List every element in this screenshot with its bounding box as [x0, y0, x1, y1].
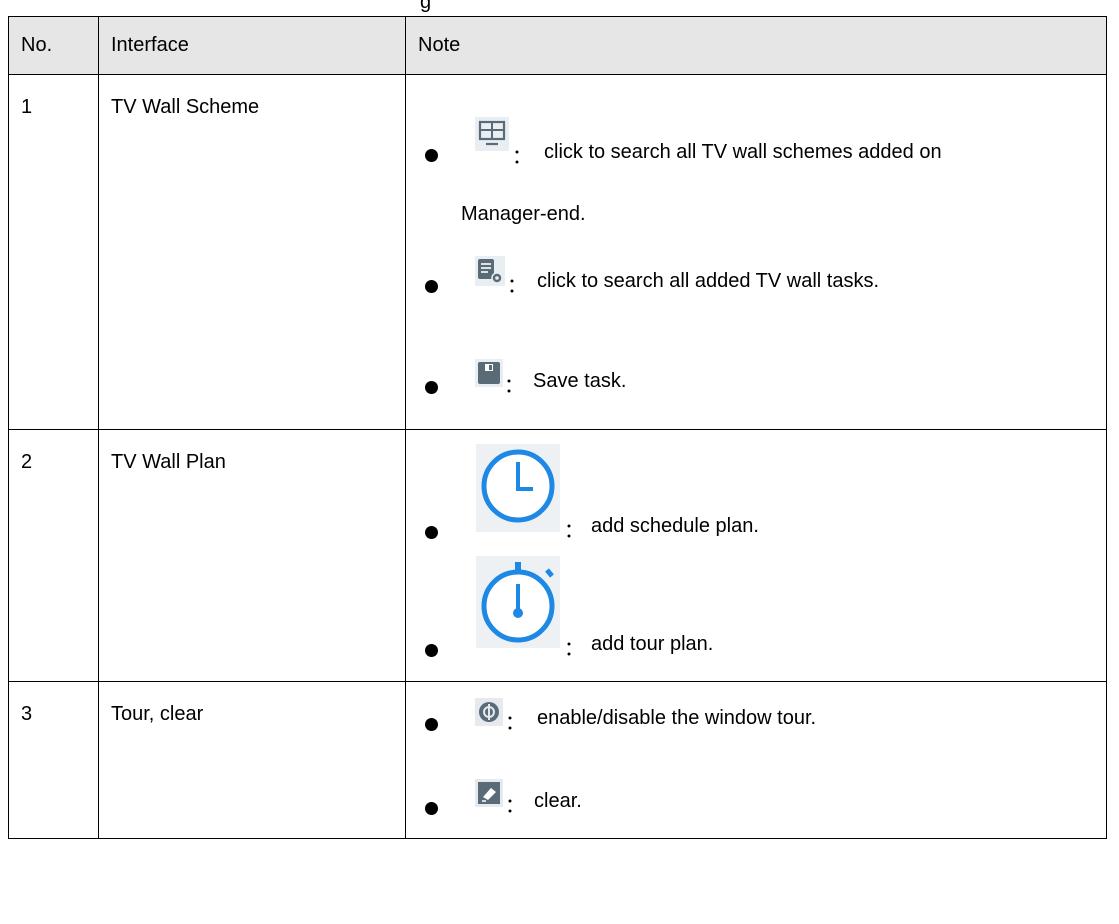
- task-settings-icon[interactable]: [475, 256, 505, 286]
- note-text: add schedule plan.: [591, 515, 759, 537]
- row-number: 1: [8, 74, 99, 430]
- window-tour-icon[interactable]: [475, 698, 503, 726]
- row-interface: TV Wall Plan: [98, 429, 406, 682]
- caption-fragment: g: [420, 0, 432, 13]
- sep: ：: [564, 638, 584, 660]
- table-row: 3 Tour, clear ： enable/disable the windo…: [8, 681, 1107, 839]
- table-header-row: No. Interface Note: [8, 16, 1107, 75]
- bullet: [425, 644, 438, 657]
- table-row: 2 TV Wall Plan ： add schedule plan. ： ad…: [8, 429, 1107, 682]
- bullet: [425, 280, 438, 293]
- bullet: [425, 718, 438, 731]
- clock-icon[interactable]: [476, 444, 560, 532]
- note-text: add tour plan.: [591, 633, 714, 655]
- save-icon[interactable]: [475, 359, 503, 387]
- header-interface: Interface: [98, 16, 406, 75]
- sep: ：: [505, 712, 525, 734]
- sep: ：: [512, 146, 532, 168]
- interface-table: No. Interface Note 1 TV Wall Scheme ： cl…: [8, 16, 1107, 839]
- row-interface: TV Wall Scheme: [98, 74, 406, 430]
- table-row: 1 TV Wall Scheme ： click to search all T…: [8, 74, 1107, 430]
- header-no: No.: [8, 16, 99, 75]
- row-note: ： enable/disable the window tour. ： clea…: [405, 681, 1107, 839]
- row-note: ： add schedule plan. ： add tour plan.: [405, 429, 1107, 682]
- tv-wall-scheme-icon[interactable]: [475, 117, 509, 151]
- stopwatch-icon[interactable]: [476, 556, 560, 648]
- note-text: enable/disable the window tour.: [537, 707, 817, 729]
- note-text-continued: Manager-end.: [461, 203, 586, 225]
- note-text: click to search all added TV wall tasks.: [537, 270, 880, 292]
- sep: ：: [507, 275, 527, 297]
- row-note: ： click to search all TV wall schemes ad…: [405, 74, 1107, 430]
- bullet: [425, 802, 438, 815]
- clear-icon[interactable]: [475, 779, 503, 807]
- header-note: Note: [405, 16, 1107, 75]
- row-interface: Tour, clear: [98, 681, 406, 839]
- sep: ：: [504, 375, 524, 397]
- bullet: [425, 526, 438, 539]
- sep: ：: [505, 795, 525, 817]
- note-text: Save task.: [533, 370, 627, 392]
- sep: ：: [564, 520, 584, 542]
- bullet: [425, 149, 438, 162]
- note-text: clear.: [534, 790, 582, 812]
- bullet: [425, 381, 438, 394]
- note-text: click to search all TV wall schemes adde…: [544, 141, 942, 163]
- row-number: 3: [8, 681, 99, 839]
- row-number: 2: [8, 429, 99, 682]
